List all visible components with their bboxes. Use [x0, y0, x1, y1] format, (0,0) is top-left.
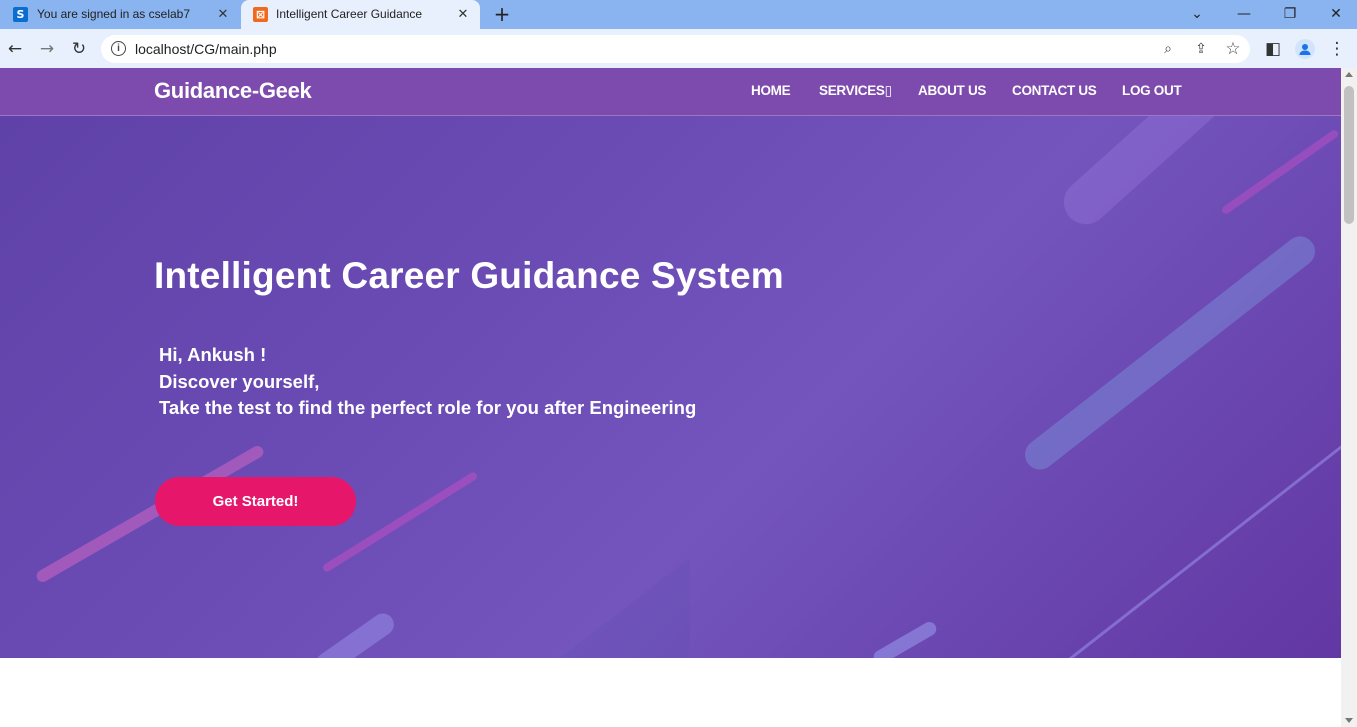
test-prompt-text: Take the test to find the perfect role f…	[159, 397, 697, 418]
nav-services[interactable]: SERVICES▯	[819, 83, 892, 99]
decor-streak	[1018, 230, 1322, 476]
forward-icon[interactable]: →	[36, 38, 58, 60]
tab-title: Intelligent Career Guidance	[276, 7, 423, 21]
discover-text: Discover yourself,	[159, 370, 320, 392]
hero-subtitle: Hi, Ankush ! Discover yourself, Take the…	[159, 342, 696, 422]
tab-career-guidance[interactable]: ⊠ Intelligent Career Guidance ✕	[241, 0, 480, 29]
xampp-favicon-icon: ⊠	[253, 7, 268, 22]
tab-signed-in[interactable]: S You are signed in as cselab7 ✕	[0, 0, 240, 29]
nav-about-us[interactable]: ABOUT US	[918, 83, 986, 98]
decor-triangle	[560, 558, 690, 658]
zoom-icon[interactable]: ⌕	[1159, 40, 1177, 58]
decor-streak	[311, 609, 399, 658]
back-icon[interactable]: ←	[4, 38, 26, 60]
bookmark-star-icon[interactable]: ☆	[1224, 39, 1242, 59]
tab-close-icon[interactable]: ✕	[215, 6, 231, 22]
window-close-icon[interactable]: ✕	[1326, 4, 1346, 24]
share-icon[interactable]: ⇪	[1192, 40, 1210, 58]
site-navbar: Guidance-Geek HOME SERVICES▯ ABOUT US CO…	[0, 68, 1341, 116]
scroll-thumb[interactable]	[1344, 86, 1354, 224]
get-started-button[interactable]: Get Started!	[155, 477, 356, 526]
decor-streak	[871, 619, 939, 658]
nav-home[interactable]: HOME	[751, 83, 791, 98]
hero-title: Intelligent Career Guidance System	[154, 255, 784, 296]
greeting-text: Hi, Ankush !	[159, 344, 267, 365]
sharepoint-favicon-icon: S	[13, 7, 28, 22]
tab-strip: S You are signed in as cselab7 ✕ ⊠ Intel…	[0, 0, 1357, 29]
new-tab-icon[interactable]: +	[492, 2, 512, 26]
site-logo[interactable]: Guidance-Geek	[154, 78, 312, 104]
address-bar[interactable]: i ⌕ ⇪ ☆	[101, 35, 1250, 63]
profile-avatar-icon[interactable]	[1295, 39, 1315, 59]
site-info-icon[interactable]: i	[111, 41, 126, 56]
browser-menu-icon[interactable]: ⋮	[1327, 39, 1347, 59]
browser-toolbar: ← → ↻ i ⌕ ⇪ ☆ ◧ ⋮	[0, 29, 1357, 68]
url-input[interactable]	[135, 35, 1035, 63]
tab-search-icon[interactable]: ⌄	[1187, 4, 1207, 24]
nav-log-out[interactable]: LOG OUT	[1122, 83, 1182, 98]
scroll-down-icon[interactable]	[1345, 718, 1353, 723]
minimize-icon[interactable]: —	[1234, 4, 1254, 24]
tab-title: You are signed in as cselab7	[37, 7, 190, 21]
page-viewport: Guidance-Geek HOME SERVICES▯ ABOUT US CO…	[0, 68, 1341, 727]
hero-section: Guidance-Geek HOME SERVICES▯ ABOUT US CO…	[0, 68, 1341, 658]
decor-streak	[1059, 431, 1341, 658]
reload-icon[interactable]: ↻	[68, 38, 90, 60]
tab-close-icon[interactable]: ✕	[455, 6, 471, 22]
nav-contact-us[interactable]: CONTACT US	[1012, 83, 1097, 98]
scroll-up-icon[interactable]	[1345, 72, 1353, 77]
restore-icon[interactable]: ❐	[1280, 4, 1300, 24]
page-scrollbar[interactable]	[1341, 68, 1357, 727]
decor-streak	[1220, 128, 1340, 216]
side-panel-icon[interactable]: ◧	[1263, 39, 1283, 59]
